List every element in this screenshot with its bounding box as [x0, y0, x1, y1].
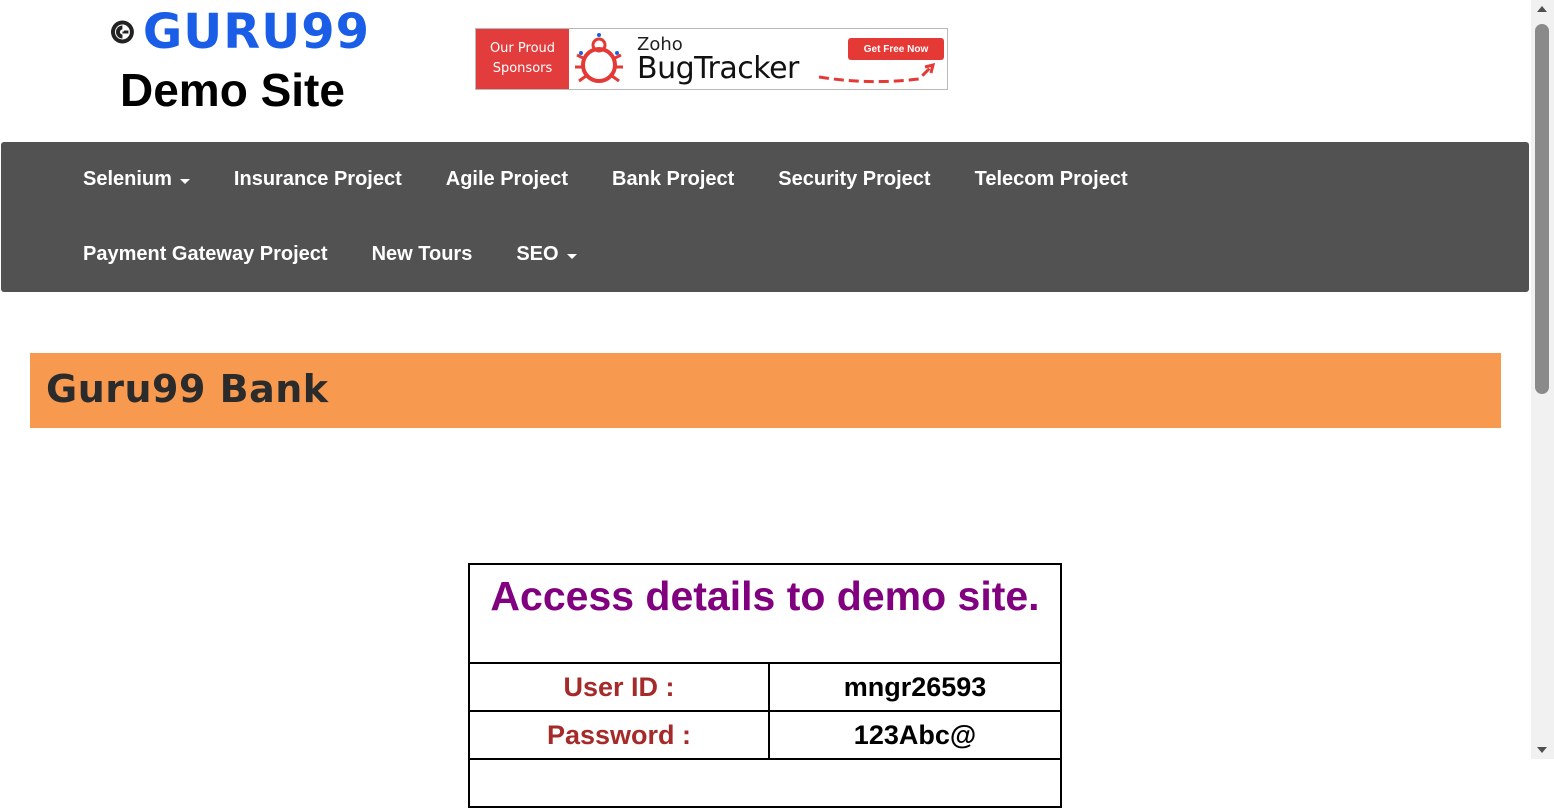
nav-item-payment-gateway-project[interactable]: Payment Gateway Project: [61, 243, 350, 266]
vertical-scrollbar[interactable]: [1531, 0, 1554, 759]
nav-item-label: Insurance Project: [233, 168, 402, 190]
nav-row-1: Selenium Insurance Project Agile Project…: [61, 142, 1150, 217]
sponsor-line-2: Sponsors: [492, 61, 553, 76]
bank-banner: Guru99 Bank: [30, 353, 1501, 428]
nav-item-label: SEO: [516, 243, 559, 265]
main-navbar: Selenium Insurance Project Agile Project…: [1, 142, 1529, 292]
nav-item-insurance-project[interactable]: Insurance Project: [212, 168, 424, 191]
table-row: User ID : mngr26593: [468, 662, 1062, 712]
nav-item-label: Security Project: [778, 168, 931, 190]
nav-item-label: Telecom Project: [974, 168, 1128, 190]
scroll-up-arrow-icon[interactable]: [1537, 6, 1547, 12]
access-heading: Access details to demo site.: [468, 563, 1062, 664]
bug-icon: [575, 33, 623, 83]
nav-item-seo[interactable]: SEO: [494, 243, 598, 266]
sponsor-ad[interactable]: Zoho BugTracker Get Free Now: [569, 29, 947, 89]
get-free-now-button[interactable]: Get Free Now: [848, 38, 944, 60]
caret-down-icon: [179, 178, 190, 184]
scroll-down-arrow-icon[interactable]: [1537, 747, 1547, 753]
password-label: Password :: [468, 710, 770, 760]
table-row: Password : 123Abc@: [468, 710, 1062, 760]
nav-item-label: New Tours: [371, 243, 473, 265]
table-cell-empty: [468, 758, 1062, 808]
nav-item-agile-project[interactable]: Agile Project: [424, 168, 590, 191]
password-value: 123Abc@: [768, 710, 1062, 760]
nav-item-new-tours[interactable]: New Tours: [350, 243, 495, 266]
nav-item-label: Selenium: [83, 168, 172, 190]
bank-title: Guru99 Bank: [46, 367, 329, 411]
logo-text: GURU99: [142, 4, 370, 60]
nav-item-telecom-project[interactable]: Telecom Project: [953, 168, 1150, 191]
arrow-icon: [819, 63, 936, 84]
user-id-value: mngr26593: [768, 662, 1062, 712]
user-id-label: User ID :: [468, 662, 770, 712]
nav-item-security-project[interactable]: Security Project: [756, 168, 952, 191]
sponsor-line-1: Our Proud: [489, 41, 556, 56]
sponsor-banner[interactable]: Our Proud Sponsors Zoho BugTracker Get F…: [475, 28, 948, 90]
nav-item-label: Agile Project: [445, 168, 569, 190]
sponsor-label: Our Proud Sponsors: [476, 29, 569, 89]
sponsor-brand-large: BugTracker: [637, 51, 799, 86]
access-details-table: Access details to demo site. User ID : m…: [468, 563, 1062, 808]
site-logo[interactable]: GURU99: [110, 6, 370, 58]
scroll-thumb[interactable]: [1535, 24, 1549, 394]
nav-item-selenium[interactable]: Selenium: [61, 168, 212, 191]
caret-down-icon: [566, 253, 577, 259]
guru99-logo-icon: [110, 20, 134, 44]
nav-row-2: Payment Gateway Project New Tours SEO: [61, 217, 599, 292]
table-row: [468, 758, 1062, 808]
nav-item-label: Payment Gateway Project: [83, 243, 328, 265]
nav-item-label: Bank Project: [612, 168, 735, 190]
nav-item-bank-project[interactable]: Bank Project: [590, 168, 756, 191]
site-title: Demo Site: [120, 64, 345, 116]
